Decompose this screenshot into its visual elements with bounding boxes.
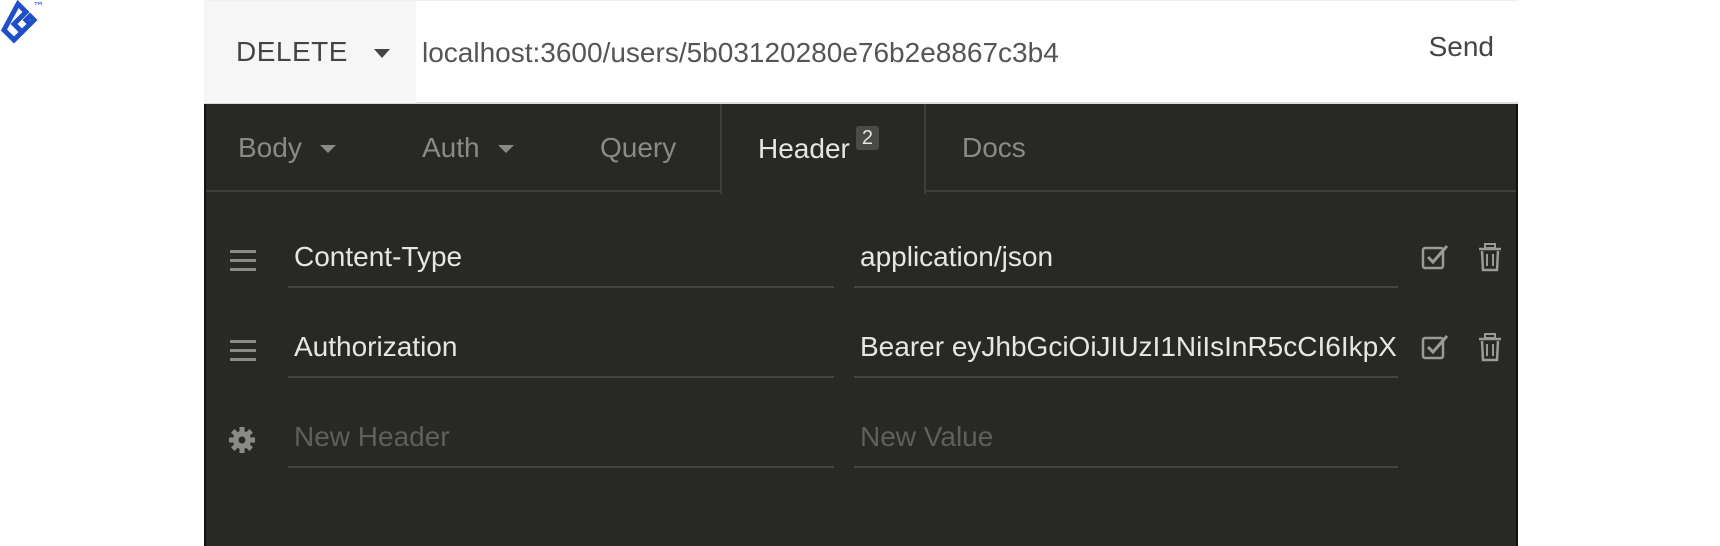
request-tabs: Body Auth Query Header 2 Docs (206, 104, 1516, 194)
header-count-badge: 2 (855, 126, 879, 150)
tab-docs[interactable]: Docs (962, 104, 1026, 192)
checkbox-checked-icon[interactable] (1420, 242, 1450, 272)
new-header-value-input[interactable] (854, 421, 1398, 453)
tab-header[interactable]: Header 2 (720, 104, 926, 194)
tab-docs-label: Docs (962, 132, 1026, 163)
header-value-input[interactable] (854, 241, 1398, 273)
url-bar: DELETE Send (204, 0, 1518, 104)
tab-auth-label: Auth (422, 132, 480, 163)
tab-header-label: Header (758, 133, 850, 164)
trademark-label: ™ (33, 0, 44, 13)
new-header-value-field (854, 408, 1398, 468)
tab-body-label: Body (238, 132, 302, 163)
header-name-input[interactable] (288, 241, 834, 273)
trash-icon[interactable] (1476, 332, 1504, 362)
drag-handle-icon[interactable] (230, 250, 256, 272)
header-name-field (288, 228, 834, 288)
new-header-name-input[interactable] (288, 421, 834, 453)
method-label: DELETE (236, 36, 348, 67)
request-panel: Body Auth Query Header 2 Docs (204, 104, 1518, 546)
header-name-field (288, 318, 834, 378)
drag-handle-icon[interactable] (230, 340, 256, 362)
chevron-down-icon (373, 48, 390, 58)
tab-body[interactable]: Body (238, 104, 336, 192)
header-value-field (854, 318, 1398, 378)
trash-icon[interactable] (1476, 242, 1504, 272)
checkbox-checked-icon[interactable] (1420, 332, 1450, 362)
header-value-field (854, 228, 1398, 288)
header-value-input[interactable] (854, 331, 1398, 363)
send-button[interactable]: Send (1429, 31, 1494, 63)
chevron-down-icon (497, 145, 514, 153)
tab-query[interactable]: Query (600, 104, 676, 192)
header-row (206, 216, 1516, 306)
tab-query-label: Query (600, 132, 677, 163)
gear-icon[interactable] (228, 426, 256, 454)
new-header-name-field (288, 408, 834, 468)
chevron-down-icon (319, 145, 336, 153)
tab-auth[interactable]: Auth (422, 104, 514, 192)
method-dropdown[interactable]: DELETE (204, 1, 416, 103)
url-input[interactable] (422, 29, 1402, 77)
new-header-row (206, 396, 1516, 486)
request-editor: DELETE Send Body Auth Query Header 2 D (204, 0, 1518, 546)
header-name-input[interactable] (288, 331, 834, 363)
header-row (206, 306, 1516, 396)
toptal-logo-icon (0, 0, 38, 44)
